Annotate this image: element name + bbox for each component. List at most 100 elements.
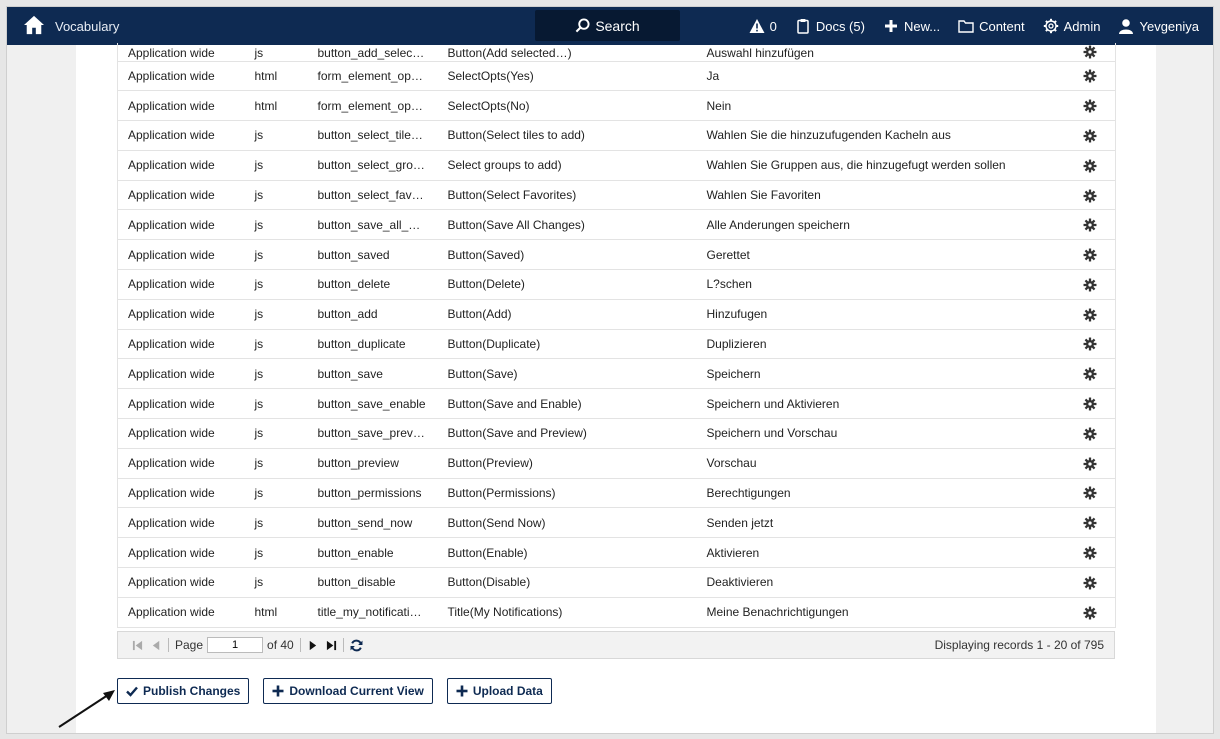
cell-type: js [244,239,308,271]
brand[interactable]: Vocabulary [23,15,119,38]
upload-data-button[interactable]: Upload Data [446,678,552,704]
checkmark-icon [126,686,138,697]
table-row[interactable]: Application wide js button_disable Button(D… [117,567,1116,598]
row-settings-button[interactable] [1051,43,1116,62]
cell-original: Button(Save) [437,358,697,390]
table-row[interactable]: Application wide js button_permissions Butt… [117,478,1116,509]
page-label: Page [175,638,204,652]
user-menu[interactable]: Yevgeniya [1118,18,1199,34]
row-settings-button[interactable] [1051,507,1116,539]
table-row[interactable]: Application wide js button_duplicate Button… [117,329,1116,360]
gear-icon [1083,367,1097,381]
cell-original: Button(Permissions) [437,478,697,509]
search-button[interactable]: Search [535,10,680,41]
gear-icon [1083,606,1097,620]
table-row[interactable]: Application wide js button_save Button(Save… [117,358,1116,390]
cell-scope: Application wide [117,567,245,598]
cell-original: Button(Save All Changes) [437,209,697,241]
row-settings-button[interactable] [1051,61,1116,92]
row-settings-button[interactable] [1051,478,1116,509]
row-settings-button[interactable] [1051,209,1116,241]
row-settings-button[interactable] [1051,150,1116,181]
gear-icon [1083,308,1097,322]
row-settings-button[interactable] [1051,567,1116,598]
gear-icon [1083,457,1097,471]
last-page-button[interactable] [326,640,337,651]
cell-key: form_element_op… [307,61,438,92]
alerts-button[interactable]: 0 [749,18,777,34]
table-row[interactable]: Application wide js button_select_tile… But… [117,120,1116,151]
table-row[interactable]: Application wide html form_element_op… Sele… [117,61,1116,92]
next-page-icon [309,640,316,650]
pager-divider [299,638,301,652]
docs-button[interactable]: Docs (5) [795,18,865,34]
content-button[interactable]: Content [958,18,1025,34]
cell-key: button_save_all_… [307,209,438,241]
table-row[interactable]: Application wide html form_element_op… Sele… [117,90,1116,122]
home-icon[interactable] [23,15,45,38]
cell-key: button_save_enable [307,388,438,420]
row-settings-button[interactable] [1051,448,1116,479]
cell-translation: Speichern und Vorschau [696,418,1052,449]
page-count: of 40 [267,638,294,652]
row-settings-button[interactable] [1051,239,1116,271]
table-row[interactable]: Application wide js button_saved Button(Sav… [117,239,1116,271]
app-frame: Vocabulary Search 0 Docs (5) New... Cont… [6,6,1214,734]
cell-type: js [244,209,308,241]
row-settings-button[interactable] [1051,358,1116,390]
publish-changes-button[interactable]: Publish Changes [117,678,250,704]
row-settings-button[interactable] [1051,329,1116,360]
row-settings-button[interactable] [1051,120,1116,151]
table-row[interactable]: Application wide js button_delete Button(De… [117,269,1116,300]
search-label: Search [595,17,640,34]
table-row[interactable]: Application wide js button_add_selec… Bu… [117,43,1116,62]
table-row[interactable]: Application wide js button_save_enable Butt… [117,388,1116,420]
row-settings-button[interactable] [1051,90,1116,122]
table-row[interactable]: Application wide js button_select_gro… Sele… [117,150,1116,181]
annotation-arrow [58,690,115,728]
cell-original: Title(My Notifications) [437,597,697,628]
cell-original: Select groups to add) [437,150,697,181]
download-current-view-button[interactable]: Download Current View [263,678,433,704]
folder-icon [958,20,974,33]
refresh-button[interactable] [350,639,363,652]
next-page-button[interactable] [307,640,318,651]
table-row[interactable]: Application wide js button_preview Button(P… [117,448,1116,479]
gear-icon [1083,338,1097,351]
page-number-input[interactable] [207,637,264,653]
cell-type: js [244,448,308,479]
cell-original: Button(Delete) [437,269,697,300]
gear-icon [1083,189,1097,202]
cell-translation: Gerettet [696,239,1052,271]
table-row[interactable]: Application wide js button_save_all_… Butto… [117,209,1116,241]
cell-translation: Nein [696,90,1052,122]
cell-scope: Application wide [117,43,245,62]
admin-button[interactable]: Admin [1043,18,1100,34]
row-settings-button[interactable] [1051,537,1116,569]
table-row[interactable]: Application wide html title_my_notificati…… [117,597,1116,628]
first-page-button[interactable] [132,640,143,651]
gear-icon [1083,546,1097,560]
row-settings-button[interactable] [1051,299,1116,330]
row-settings-button[interactable] [1051,418,1116,449]
cell-scope: Application wide [117,537,245,569]
table-row[interactable]: Application wide js button_send_now Button(… [117,507,1116,539]
row-settings-button[interactable] [1051,388,1116,420]
row-settings-button[interactable] [1051,597,1116,628]
new-button[interactable]: New... [883,18,940,34]
user-name: Yevgeniya [1139,18,1199,34]
cell-type: js [244,329,308,360]
row-settings-button[interactable] [1051,269,1116,300]
table-row[interactable]: Application wide js button_enable Button(En… [117,537,1116,569]
table-row[interactable]: Application wide js button_save_prev… Butto… [117,418,1116,449]
cell-translation: Speichern und Aktivieren [696,388,1052,420]
gear-icon [1083,99,1097,113]
row-settings-button[interactable] [1051,180,1116,211]
cell-scope: Application wide [117,299,245,330]
table-row[interactable]: Application wide js button_select_fav… Butt… [117,180,1116,211]
cell-type: js [244,269,308,300]
table-row[interactable]: Application wide js button_add Button(Add) H… [117,299,1116,330]
cell-translation: Duplizieren [696,329,1052,360]
cell-type: js [244,388,308,420]
prev-page-button[interactable] [151,640,162,651]
